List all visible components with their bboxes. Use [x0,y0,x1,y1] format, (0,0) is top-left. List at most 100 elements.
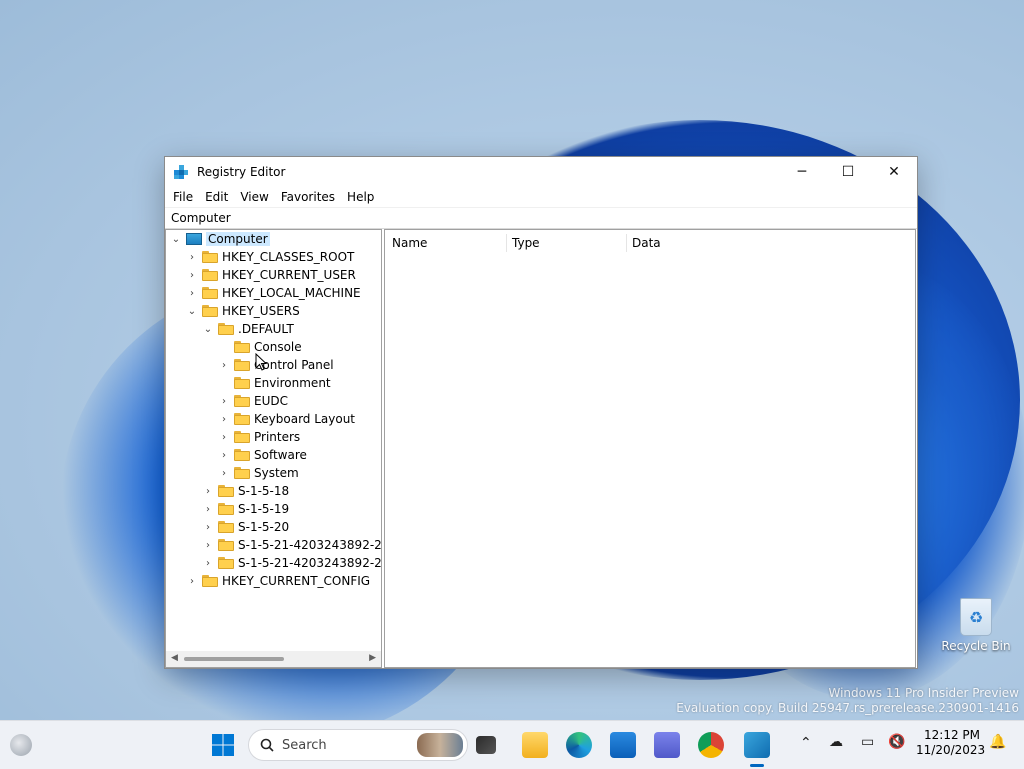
chevron-right-icon[interactable]: › [218,432,230,443]
tree-label: Printers [254,430,301,444]
folder-icon [218,539,234,551]
chevron-right-icon[interactable]: › [186,270,198,281]
file-explorer-icon[interactable] [522,732,548,758]
recycle-bin-icon: ♻ [960,598,992,636]
tree-label: Console [254,340,302,354]
tree-label: S-1-5-19 [238,502,290,516]
start-button[interactable] [211,733,235,757]
teams-icon[interactable] [654,732,680,758]
column-divider[interactable] [506,234,507,252]
search-highlight-image [417,733,463,757]
tree-label: Keyboard Layout [254,412,356,426]
menu-edit[interactable]: Edit [199,190,234,204]
recycle-bin-desktop-icon[interactable]: ♻ Recycle Bin [940,598,1012,653]
scroll-right-icon[interactable]: ▶ [369,653,376,663]
folder-icon [234,395,250,407]
folder-icon [218,323,234,335]
tree-pane[interactable]: ⌄ Computer › HKEY_CLASSES_ROOT › HKEY_CURRE… [165,229,382,668]
tree-item-eudc[interactable]: › EUDC [218,392,288,410]
tree-item-default[interactable]: ⌄ .DEFAULT [202,320,294,338]
horizontal-scrollbar[interactable]: ◀ ▶ [166,651,381,667]
notification-bell-icon[interactable]: 🔔 [989,734,1006,750]
tree-label: HKEY_LOCAL_MACHINE [222,286,361,300]
values-list-pane[interactable]: Name Type Data [384,229,916,668]
chevron-right-icon[interactable]: › [218,360,230,371]
chevron-right-icon[interactable]: › [202,522,214,533]
tree-item-sid[interactable]: › S-1-5-18 [202,482,289,500]
chevron-down-icon[interactable]: ⌄ [186,306,198,317]
folder-icon [234,413,250,425]
chevron-right-icon[interactable]: › [186,288,198,299]
tree-item-keyboard-layout[interactable]: › Keyboard Layout [218,410,355,428]
scrollbar-thumb[interactable] [184,657,284,661]
tree-item-hklm[interactable]: › HKEY_LOCAL_MACHINE [186,284,361,302]
microsoft-store-icon[interactable] [610,732,636,758]
volume-muted-icon[interactable]: 🔇 [888,734,905,750]
close-button[interactable]: ✕ [871,157,917,187]
scroll-left-icon[interactable]: ◀ [171,653,178,663]
tree-item-hkcu[interactable]: › HKEY_CURRENT_USER [186,266,356,284]
registry-editor-taskbar-icon[interactable] [744,732,770,758]
chevron-right-icon[interactable]: › [202,558,214,569]
chevron-right-icon[interactable]: › [186,576,198,587]
chevron-right-icon[interactable]: › [218,468,230,479]
tree-item-control-panel[interactable]: › Control Panel [218,356,334,374]
title-bar[interactable]: Registry Editor ─ ☐ ✕ [165,157,917,187]
chrome-icon[interactable] [698,732,724,758]
chevron-right-icon[interactable]: › [202,504,214,515]
column-header-name[interactable]: Name [392,236,427,252]
menu-favorites[interactable]: Favorites [275,190,341,204]
minimize-button[interactable]: ─ [779,157,825,187]
task-view-icon[interactable] [476,736,496,754]
menu-help[interactable]: Help [341,190,380,204]
folder-icon [202,287,218,299]
column-divider[interactable] [626,234,627,252]
clock-date: 11/20/2023 [916,743,986,757]
widgets-icon[interactable] [10,734,32,756]
folder-icon [218,521,234,533]
chevron-right-icon[interactable]: › [202,486,214,497]
tree-label: S-1-5-18 [238,484,290,498]
folder-icon [218,557,234,569]
tree-item-hkcc[interactable]: › HKEY_CURRENT_CONFIG [186,572,370,590]
clock[interactable]: 12:12 PM 11/20/2023 [916,728,986,757]
chevron-right-icon[interactable]: › [218,450,230,461]
tree-item-hkcr[interactable]: › HKEY_CLASSES_ROOT [186,248,354,266]
chevron-right-icon[interactable]: › [202,540,214,551]
onedrive-offline-icon[interactable]: ☁ [829,734,843,750]
chevron-right-icon[interactable]: › [218,414,230,425]
tree-item-sid[interactable]: › S-1-5-21-4203243892-2513 [202,536,382,554]
menu-file[interactable]: File [167,190,199,204]
folder-icon [234,449,250,461]
chevron-right-icon[interactable]: › [218,396,230,407]
tree-item-printers[interactable]: › Printers [218,428,300,446]
tree-item-environment[interactable]: Environment [218,374,331,392]
show-hidden-icons-chevron-icon[interactable]: ⌃ [800,735,812,751]
tree-label: Software [254,448,307,462]
column-header-type[interactable]: Type [512,236,540,252]
taskbar: Search ⌃ ☁ ▭ 🔇 12:12 PM 11/20/2023 🔔 [0,720,1024,769]
chevron-down-icon[interactable]: ⌄ [170,234,182,245]
tree-item-sid[interactable]: › S-1-5-20 [202,518,289,536]
chevron-right-icon[interactable]: › [186,252,198,263]
column-header-data[interactable]: Data [632,236,661,252]
tree-label: Environment [254,376,331,390]
address-bar[interactable]: Computer [165,207,917,229]
tree-item-sid[interactable]: › S-1-5-21-4203243892-2513 [202,554,381,572]
tree-item-sid[interactable]: › S-1-5-19 [202,500,289,518]
folder-icon [234,341,250,353]
maximize-button[interactable]: ☐ [825,157,871,187]
tree-item-system[interactable]: › System [218,464,299,482]
network-icon[interactable]: ▭ [861,734,874,750]
edge-icon[interactable] [566,732,592,758]
chevron-down-icon[interactable]: ⌄ [202,324,214,335]
search-icon [260,738,274,752]
registry-editor-icon [174,165,188,179]
tree-item-computer[interactable]: ⌄ Computer [170,230,270,248]
menu-view[interactable]: View [234,190,274,204]
tree-label: S-1-5-21-4203243892-2513 [238,538,382,552]
tree-label: Computer [206,232,270,246]
tree-item-software[interactable]: › Software [218,446,307,464]
taskbar-search-box[interactable]: Search [248,729,468,761]
tree-item-hku[interactable]: ⌄ HKEY_USERS [186,302,300,320]
